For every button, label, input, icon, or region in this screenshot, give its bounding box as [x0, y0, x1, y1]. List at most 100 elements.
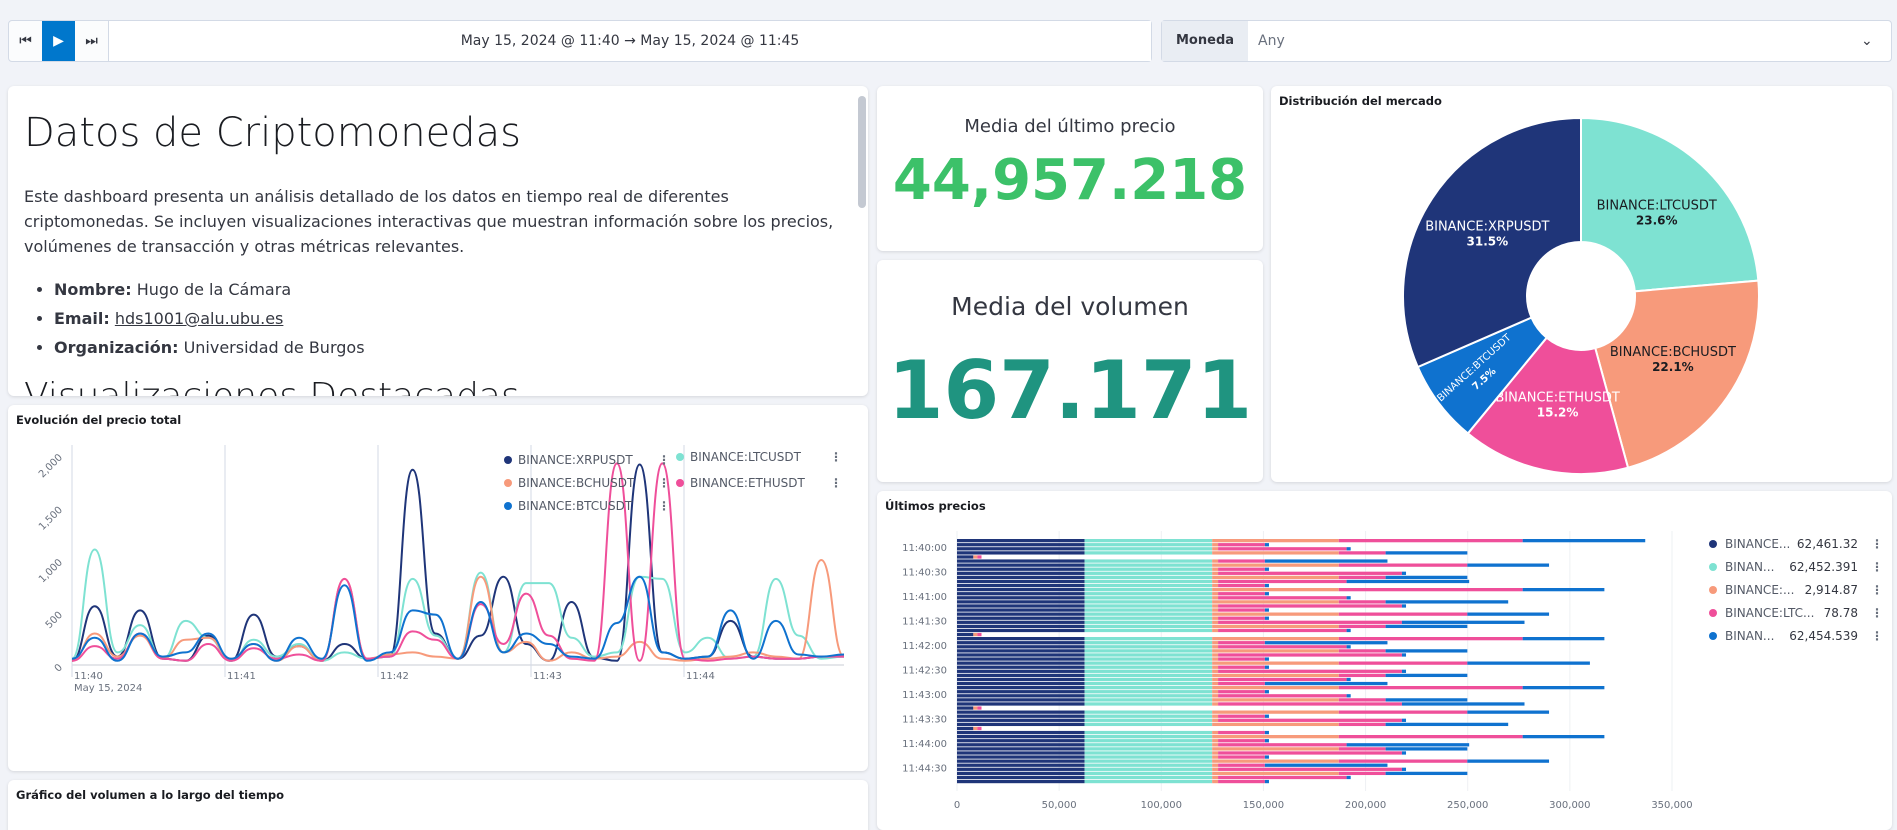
bar-segment[interactable]: [1084, 775, 1213, 780]
bar-segment[interactable]: [1084, 690, 1213, 694]
bar-segment[interactable]: [1522, 637, 1605, 641]
bar-segment[interactable]: [1264, 567, 1269, 571]
bar-segment[interactable]: [1084, 612, 1213, 616]
bar-segment[interactable]: [1212, 575, 1339, 580]
bar-segment[interactable]: [1084, 747, 1213, 751]
bar-segment[interactable]: [1218, 775, 1347, 780]
bar-segment[interactable]: [1212, 604, 1219, 608]
bar-segment[interactable]: [1401, 767, 1407, 771]
bar-segment[interactable]: [1212, 637, 1339, 641]
bar-segment[interactable]: [1212, 694, 1219, 698]
bar-segment[interactable]: [957, 567, 1085, 571]
bar-segment[interactable]: [973, 555, 978, 559]
bar-segment[interactable]: [1264, 583, 1269, 588]
bar-segment[interactable]: [1212, 563, 1339, 567]
bar-segment[interactable]: [1264, 681, 1388, 686]
bar-segment[interactable]: [1264, 641, 1388, 645]
bar-segment[interactable]: [1212, 739, 1219, 743]
bar-segment[interactable]: [977, 706, 982, 710]
bar-segment[interactable]: [1084, 620, 1213, 624]
bar-segment[interactable]: [1264, 690, 1269, 694]
bar-segment[interactable]: [1084, 608, 1213, 612]
bar-segment[interactable]: [1385, 551, 1468, 555]
legend-menu-icon[interactable]: ⋮: [658, 453, 670, 467]
bar-segment[interactable]: [1212, 677, 1219, 682]
bar-segment[interactable]: [977, 726, 982, 731]
bar-segment[interactable]: [1084, 694, 1213, 698]
bar-segment[interactable]: [1084, 681, 1213, 686]
bar-segment[interactable]: [957, 608, 1085, 612]
bar-segment[interactable]: [957, 649, 1085, 653]
bar-segment[interactable]: [1401, 718, 1407, 722]
bar-segment[interactable]: [1401, 702, 1525, 706]
bar-segment[interactable]: [1212, 747, 1339, 751]
bar-segment[interactable]: [1218, 702, 1402, 706]
bar-segment[interactable]: [1338, 649, 1386, 653]
bar-segment[interactable]: [1084, 673, 1213, 678]
bar-segment[interactable]: [957, 767, 1085, 771]
bar-segment[interactable]: [1522, 686, 1605, 690]
bar-segment[interactable]: [1084, 563, 1213, 567]
bar-segment[interactable]: [1212, 775, 1219, 780]
bar-segment[interactable]: [1218, 714, 1265, 718]
bar-segment[interactable]: [1385, 747, 1468, 751]
bar-segment[interactable]: [1084, 735, 1213, 739]
bar-segment[interactable]: [1218, 571, 1402, 575]
bar-segment[interactable]: [1212, 718, 1219, 722]
bar-segment[interactable]: [973, 706, 978, 710]
bar-segment[interactable]: [1212, 616, 1219, 620]
bar-segment[interactable]: [1212, 653, 1219, 657]
bar-segment[interactable]: [1338, 612, 1468, 616]
bar-segment[interactable]: [1212, 624, 1339, 629]
bar-segment[interactable]: [1338, 624, 1386, 629]
legend-menu-icon[interactable]: ⋮: [830, 476, 842, 490]
moneda-filter[interactable]: Moneda Any ⌄: [1161, 20, 1892, 62]
bar-segment[interactable]: [957, 747, 1085, 751]
bar-segment[interactable]: [1218, 579, 1347, 584]
bar-segment[interactable]: [1212, 588, 1339, 592]
legend-name[interactable]: BINAN...: [1725, 629, 1774, 643]
bar-segment[interactable]: [1084, 583, 1213, 588]
bar-segment[interactable]: [1338, 747, 1386, 751]
bar-segment[interactable]: [1218, 755, 1265, 759]
play-button[interactable]: ▶: [42, 21, 75, 61]
bar-segment[interactable]: [1212, 686, 1339, 690]
bar-segment[interactable]: [1401, 571, 1407, 575]
bar-segment[interactable]: [1084, 767, 1213, 771]
chevron-down-icon[interactable]: ⌄: [1861, 33, 1891, 49]
bar-segment[interactable]: [1212, 567, 1219, 571]
bar-segment[interactable]: [1212, 743, 1219, 747]
date-range-picker[interactable]: May 15, 2024 @ 11:40 → May 15, 2024 @ 11…: [108, 21, 1151, 61]
bar-segment[interactable]: [1084, 616, 1213, 620]
bar-segment[interactable]: [1084, 710, 1213, 714]
bar-segment[interactable]: [977, 632, 982, 637]
bar-segment[interactable]: [1218, 543, 1265, 547]
legend-name[interactable]: BINANCE...: [1725, 537, 1790, 551]
bar-segment[interactable]: [957, 628, 1085, 633]
series-line[interactable]: [71, 463, 844, 662]
bar-segment[interactable]: [1218, 694, 1347, 698]
bar-segment[interactable]: [957, 743, 1085, 747]
moneda-select[interactable]: Any: [1248, 33, 1861, 49]
bar-segment[interactable]: [1212, 649, 1339, 653]
bar-segment[interactable]: [1218, 690, 1265, 694]
bar-segment[interactable]: [1084, 714, 1213, 718]
bar-segment[interactable]: [1084, 730, 1213, 735]
bar-segment[interactable]: [957, 588, 1085, 592]
bar-segment[interactable]: [1218, 763, 1265, 767]
bar-segment[interactable]: [1467, 563, 1550, 567]
bar-segment[interactable]: [1212, 763, 1219, 767]
bar-segment[interactable]: [957, 624, 1085, 629]
bar-segment[interactable]: [1084, 547, 1213, 551]
bar-segment[interactable]: [1218, 641, 1265, 645]
legend-name[interactable]: BINAN...: [1725, 560, 1774, 574]
bar-segment[interactable]: [1218, 620, 1402, 624]
bar-segment[interactable]: [957, 596, 1085, 600]
bar-segment[interactable]: [1218, 718, 1402, 722]
bar-segment[interactable]: [1084, 592, 1213, 596]
bar-segment[interactable]: [957, 665, 1085, 669]
bar-segment[interactable]: [1338, 673, 1386, 678]
bar-segment[interactable]: [1385, 649, 1468, 653]
bar-segment[interactable]: [957, 722, 1085, 727]
bar-segment[interactable]: [1212, 657, 1219, 661]
